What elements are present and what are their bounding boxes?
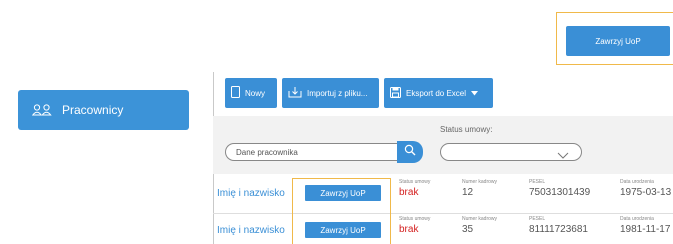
import-icon: [288, 86, 302, 100]
number-caption: Numer kadrowy: [462, 216, 498, 222]
search-icon: [404, 143, 416, 161]
birth-field: Data urodzenia 1975-03-13: [620, 179, 671, 198]
search-input[interactable]: Dane pracownika: [225, 143, 397, 161]
status-caption: Status umowy: [399, 179, 431, 185]
birth-value: 1975-03-13: [620, 187, 672, 198]
birth-field: Data urodzenia 1981-11-17: [620, 216, 670, 235]
status-value: brak: [399, 224, 419, 235]
export-excel-button[interactable]: Eksport do Excel: [384, 78, 493, 108]
number-value: 35: [462, 224, 474, 235]
row-highlight-frame: [292, 178, 391, 244]
import-button[interactable]: Importuj z pliku...: [282, 78, 379, 108]
pesel-value: 75031301439: [529, 187, 591, 198]
number-caption: Numer kadrowy: [462, 179, 498, 185]
sidebar-item-label: Pracownicy: [62, 103, 124, 117]
export-button-label: Eksport do Excel: [406, 88, 467, 98]
chevron-down-icon: [557, 147, 569, 165]
birth-caption: Data urodzenia: [620, 216, 654, 222]
status-field: Status umowy brak: [399, 216, 430, 235]
search-button[interactable]: [397, 141, 423, 163]
header-uop-button[interactable]: Zawrzyj UoP: [566, 26, 670, 56]
status-value: brak: [399, 187, 419, 198]
birth-value: 1981-11-17: [620, 224, 671, 235]
number-field: Numer kadrowy 35: [462, 216, 497, 235]
sidebar-item-employees[interactable]: Pracownicy: [18, 90, 189, 130]
users-icon: [32, 104, 52, 116]
status-field: Status umowy brak: [399, 179, 430, 198]
new-button[interactable]: Nowy: [225, 78, 277, 108]
pesel-value: 81111723681: [529, 224, 588, 235]
status-select[interactable]: [440, 143, 582, 161]
pesel-caption: PESEL: [529, 179, 546, 185]
number-field: Numer kadrowy 12: [462, 179, 497, 198]
pesel-field: PESEL 75031301439: [529, 179, 590, 198]
employee-name-link[interactable]: Imię i nazwisko: [217, 225, 285, 236]
toolbar: Nowy Importuj z pliku... Eksport do Exce…: [225, 78, 493, 108]
birth-caption: Data urodzenia: [620, 179, 654, 185]
pesel-caption: PESEL: [529, 216, 546, 222]
employee-name-link[interactable]: Imię i nazwisko: [217, 188, 285, 199]
table-row: Imię i nazwisko Zawrzyj UoP Status umowy…: [213, 213, 673, 244]
new-button-label: Nowy: [245, 88, 266, 98]
save-icon: [390, 86, 401, 100]
import-button-label: Importuj z pliku...: [307, 88, 368, 98]
table-row: Imię i nazwisko Zawrzyj UoP Status umowy…: [213, 177, 673, 208]
caret-down-icon: [471, 89, 479, 98]
status-filter-label: Status umowy:: [440, 125, 493, 134]
pesel-field: PESEL 81111723681: [529, 216, 588, 235]
new-document-icon: [231, 86, 240, 100]
status-caption: Status umowy: [399, 216, 431, 222]
number-value: 12: [462, 187, 474, 198]
